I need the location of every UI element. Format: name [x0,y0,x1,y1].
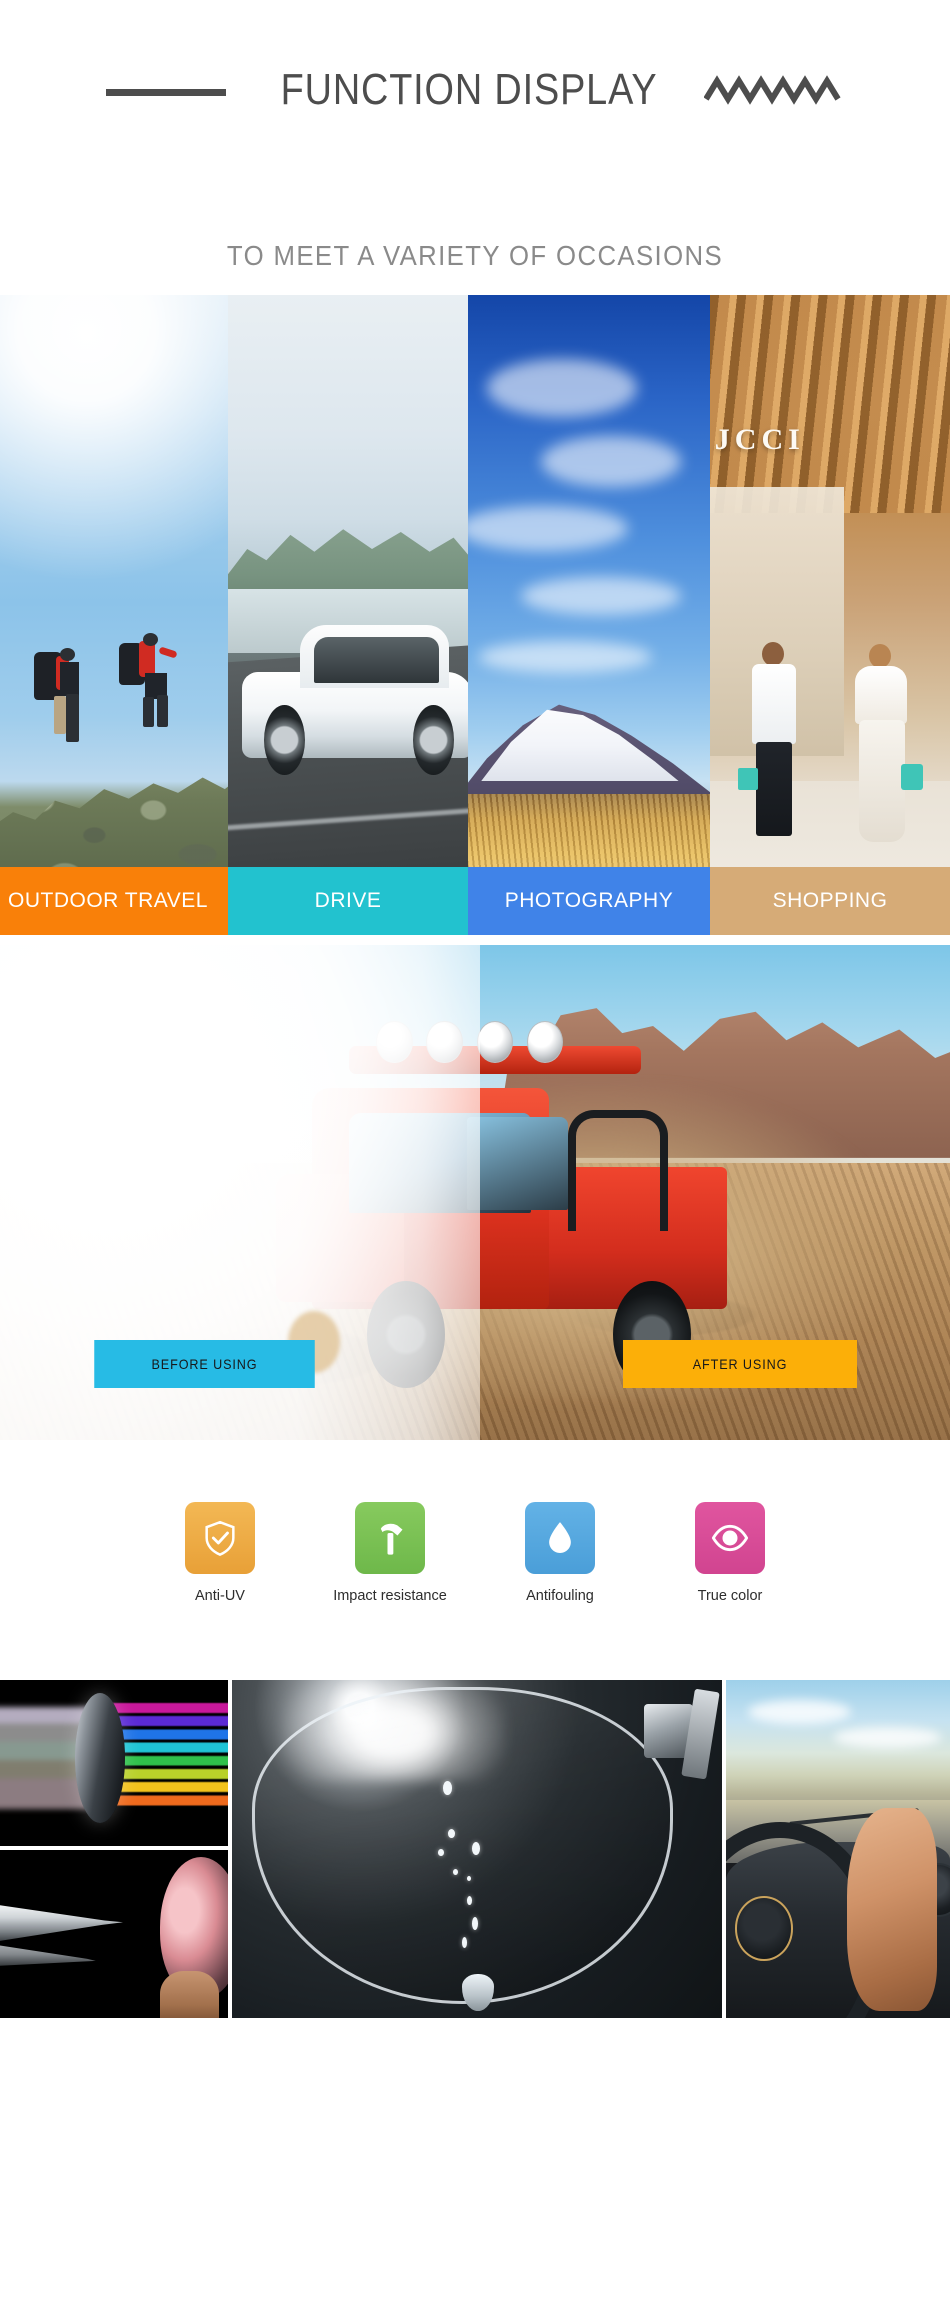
woman-figure [849,644,924,858]
features-section: Anti-UV Impact resistance Antifouling Tr… [0,1440,950,1680]
feature-label: True color [697,1588,763,1604]
hammer-icon [355,1502,425,1574]
feature-antifouling[interactable]: Antifouling [506,1502,614,1604]
eye-icon [695,1502,765,1574]
horizontal-rule-icon [105,88,226,96]
occasion-label: PHOTOGRAPHY [468,867,710,935]
feature-anti-uv[interactable]: Anti-UV [166,1502,274,1604]
drive-photo [228,295,468,935]
zigzag-decoration-icon [704,75,841,105]
outdoor-travel-photo [0,295,228,935]
occasion-label: SHOPPING [710,867,950,935]
feature-true-color[interactable]: True color [676,1502,784,1604]
gallery-column-left [0,1680,228,2018]
store-sign-text: JCCI [714,423,805,456]
occasions-strip: OUTDOOR TRAVEL DRIVE PHOTOGRAPHY JCCI SH… [0,295,950,935]
gallery-item-needle-impact-on-lens[interactable] [0,1850,228,2018]
occasion-card-drive[interactable]: DRIVE [228,295,468,935]
gallery-column-right [726,1680,950,2018]
man-figure [737,641,810,852]
hiker-figure [32,646,94,756]
feature-label: Anti-UV [195,1588,245,1604]
occasion-label: OUTDOOR TRAVEL [0,867,228,935]
feature-label: Impact resistance [333,1588,447,1604]
gallery-item-water-drop-on-lens[interactable] [232,1680,722,2018]
after-using-button[interactable]: AFTER USING [623,1340,857,1388]
feature-label: Antifouling [526,1588,594,1604]
water-drop-icon [525,1502,595,1574]
occasion-card-shopping[interactable]: JCCI SHOPPING [710,295,950,935]
occasion-card-outdoor-travel[interactable]: OUTDOOR TRAVEL [0,295,228,935]
gallery-item-driver-point-of-view[interactable] [726,1680,950,2018]
gallery-column-middle [232,1680,722,2018]
photography-photo [468,295,710,935]
page-title: FUNCTION DISPLAY [280,65,658,114]
feature-impact-resistance[interactable]: Impact resistance [333,1502,447,1604]
page-subtitle: TO MEET A VARIETY OF OCCASIONS [226,240,724,271]
page-header: FUNCTION DISPLAY [0,0,950,180]
occasion-label: DRIVE [228,867,468,935]
gallery-item-lens-prism-spectrum[interactable] [0,1680,228,1846]
before-using-button[interactable]: BEFORE USING [94,1340,315,1388]
shield-check-icon [185,1502,255,1574]
hiker-figure [118,632,185,737]
gallery-section [0,1680,950,2018]
shopping-photo: JCCI [710,295,950,935]
before-after-section: BEFORE USING AFTER USING [0,945,950,1440]
occasion-card-photography[interactable]: PHOTOGRAPHY [468,295,710,935]
